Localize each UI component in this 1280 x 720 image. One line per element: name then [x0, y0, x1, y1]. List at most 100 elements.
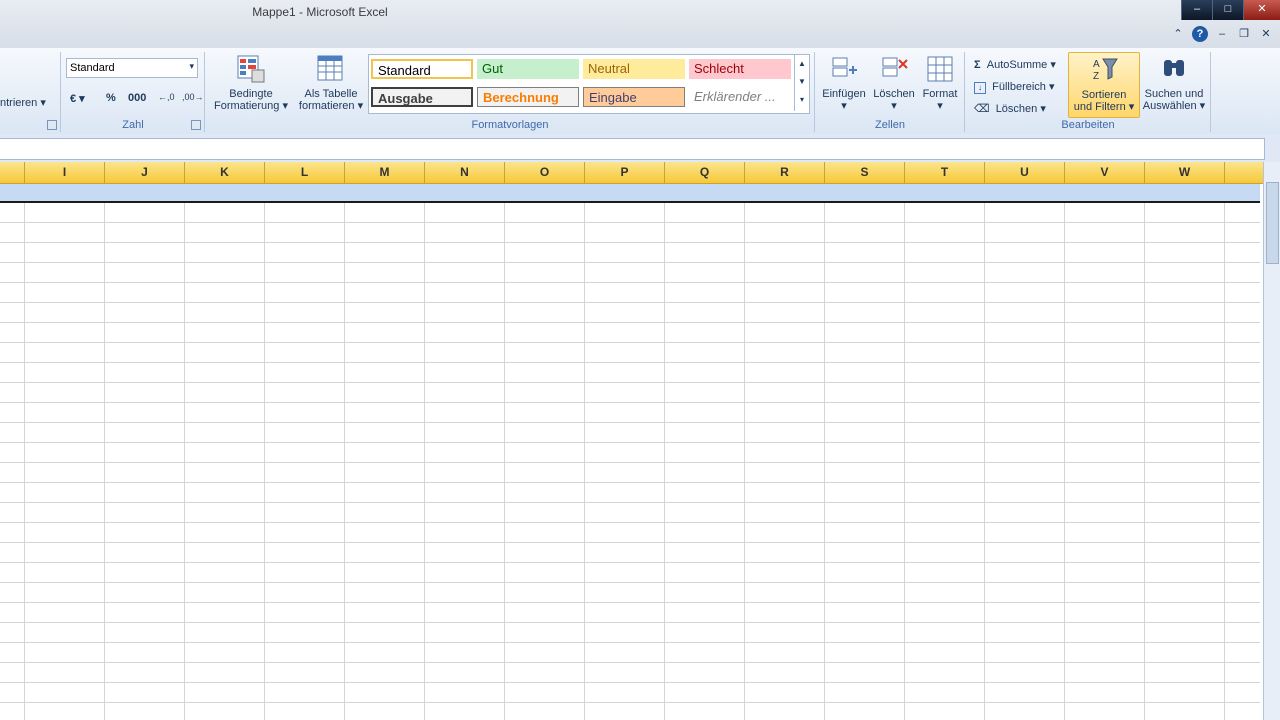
column-header-w[interactable]: W — [1145, 162, 1225, 183]
percent-icon: % — [106, 92, 116, 104]
gallery-scroll[interactable]: ▲ ▼ ▾ — [794, 55, 809, 111]
window-controls: – □ ✕ — [1181, 0, 1280, 20]
alignment-launcher-icon[interactable] — [47, 120, 57, 130]
insert-label: Einfügen — [822, 88, 866, 100]
merge-center-label: ntrieren — [0, 97, 38, 109]
column-header-u[interactable]: U — [985, 162, 1065, 183]
chevron-down-icon: ▾ — [189, 61, 194, 71]
minimize-ribbon-icon[interactable]: ⌃ — [1170, 26, 1186, 42]
column-header-p[interactable]: P — [585, 162, 665, 183]
clear-button[interactable]: ⌫ Löschen ▾ — [974, 102, 1046, 115]
sort-filter-label-2: und Filtern — [1073, 101, 1126, 113]
sort-filter-button[interactable]: A Z Sortieren und Filtern ▾ — [1068, 52, 1140, 118]
style-schlecht[interactable]: Schlecht — [689, 59, 791, 79]
alignment-group: ntrieren ▾ — [0, 52, 61, 132]
workbook-minimize-icon[interactable]: – — [1214, 26, 1230, 42]
style-neutral[interactable]: Neutral — [583, 59, 685, 79]
currency-button[interactable]: € ▾ — [70, 92, 85, 105]
percent-button[interactable]: % — [106, 92, 116, 104]
style-berechnung[interactable]: Berechnung — [477, 87, 579, 107]
conditional-formatting-label-1: Bedingte — [229, 88, 273, 100]
style-standard[interactable]: Standard — [371, 59, 473, 79]
workbook-restore-icon[interactable]: ❐ — [1236, 26, 1252, 42]
row-gridline — [0, 662, 1260, 663]
merge-center-button[interactable]: ntrieren ▾ — [0, 96, 46, 109]
sort-filter-label-1: Sortieren — [1081, 89, 1127, 101]
gallery-up-icon[interactable]: ▲ — [795, 55, 809, 73]
selected-row[interactable] — [0, 184, 1260, 203]
scroll-thumb[interactable] — [1266, 182, 1279, 264]
decrease-decimal-button[interactable]: ,00→ — [182, 92, 204, 102]
number-format-value: Standard — [70, 62, 115, 74]
column-header-r[interactable]: R — [745, 162, 825, 183]
conditional-formatting-button[interactable]: Bedingte Formatierung ▾ — [210, 52, 292, 112]
format-button[interactable]: Format ▾ — [918, 52, 962, 112]
column-header-t[interactable]: T — [905, 162, 985, 183]
column-header-i[interactable]: I — [25, 162, 105, 183]
find-select-label-1: Suchen und — [1144, 88, 1204, 100]
row-gridline — [0, 422, 1260, 423]
row-gridline — [0, 562, 1260, 563]
column-header-s[interactable]: S — [825, 162, 905, 183]
ribbon-mini-controls: ⌃ ? – ❐ ✕ — [1170, 26, 1274, 42]
currency-icon: € — [70, 93, 77, 105]
number-launcher-icon[interactable] — [191, 120, 201, 130]
row-gridline — [0, 402, 1260, 403]
maximize-button[interactable]: □ — [1212, 0, 1243, 20]
column-header-o[interactable]: O — [505, 162, 585, 183]
workbook-close-icon[interactable]: ✕ — [1258, 26, 1274, 42]
vertical-scrollbar[interactable] — [1263, 162, 1280, 720]
column-header-l[interactable]: L — [265, 162, 345, 183]
ribbon: ntrieren ▾ Standard ▾ € ▾ % 000 ←,0 ,00→… — [0, 48, 1280, 135]
decrease-decimal-icon: ,00→ — [182, 92, 204, 102]
svg-text:A: A — [1093, 59, 1100, 70]
editing-group-label: Bearbeiten — [1061, 119, 1115, 131]
gallery-more-icon[interactable]: ▾ — [795, 91, 809, 109]
number-group: Standard ▾ € ▾ % 000 ←,0 ,00→ Zahl — [62, 52, 205, 132]
window-title: Mappe1 - Microsoft Excel — [252, 5, 388, 19]
increase-decimal-button[interactable]: ←,0 — [158, 92, 175, 102]
format-as-table-label-2: formatieren — [298, 100, 355, 112]
fill-button[interactable]: ↓ Füllbereich ▾ — [974, 80, 1055, 94]
column-header-k[interactable]: K — [185, 162, 265, 183]
column-header-v[interactable]: V — [1065, 162, 1145, 183]
column-header-n[interactable]: N — [425, 162, 505, 183]
minimize-button[interactable]: – — [1181, 0, 1212, 20]
thousands-icon: 000 — [128, 92, 147, 104]
row-gridline — [0, 462, 1260, 463]
column-header-q[interactable]: Q — [665, 162, 745, 183]
cells-group-label: Zellen — [875, 119, 905, 131]
number-group-label: Zahl — [122, 119, 144, 131]
style-eingabe[interactable]: Eingabe — [583, 87, 685, 107]
find-select-label-2: Auswählen — [1142, 100, 1197, 112]
clear-label: Löschen — [995, 103, 1038, 115]
column-header-j[interactable]: J — [105, 162, 185, 183]
row-gridline — [0, 622, 1260, 623]
table-icon — [317, 55, 343, 81]
thousands-button[interactable]: 000 — [128, 92, 146, 104]
column-header-m[interactable]: M — [345, 162, 425, 183]
cell-grid[interactable] — [0, 203, 1260, 720]
help-icon[interactable]: ? — [1192, 26, 1208, 42]
style-ausgabe[interactable]: Ausgabe — [371, 87, 473, 107]
style-erklaerender[interactable]: Erklärender ... — [689, 87, 791, 107]
close-button[interactable]: ✕ — [1243, 0, 1280, 20]
conditional-formatting-label-2: Formatierung — [214, 100, 280, 112]
insert-cells-icon — [832, 57, 857, 77]
style-gut[interactable]: Gut — [477, 59, 579, 79]
formula-input[interactable] — [0, 138, 1265, 160]
find-select-button[interactable]: Suchen und Auswählen ▾ — [1140, 52, 1208, 112]
number-format-select[interactable]: Standard ▾ — [66, 58, 198, 78]
format-as-table-button[interactable]: Als Tabelle formatieren ▾ — [294, 52, 368, 112]
column-header-partial[interactable] — [0, 162, 25, 183]
delete-button[interactable]: Löschen ▾ — [870, 52, 918, 112]
styles-group: Bedingte Formatierung ▾ Als Tabelle form… — [206, 52, 815, 132]
fill-label: Füllbereich — [992, 81, 1046, 93]
row-gridline — [0, 502, 1260, 503]
insert-button[interactable]: Einfügen ▾ — [818, 52, 870, 112]
row-gridline — [0, 682, 1260, 683]
autosum-button[interactable]: Σ AutoSumme ▾ — [974, 58, 1056, 71]
title-bar: Mappe1 - Microsoft Excel – □ ✕ ⌃ ? – ❐ ✕ — [0, 0, 1280, 49]
gallery-down-icon[interactable]: ▼ — [795, 73, 809, 91]
conditional-formatting-icon — [237, 55, 265, 83]
